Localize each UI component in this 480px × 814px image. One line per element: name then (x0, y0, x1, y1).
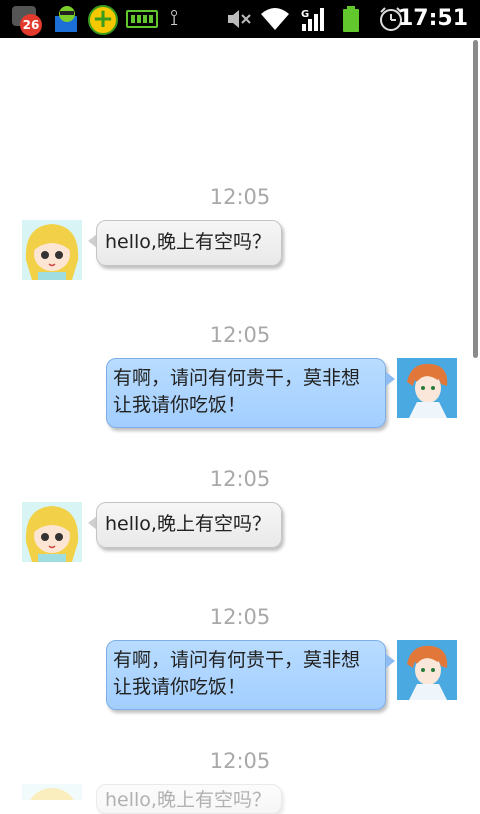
wifi-icon (261, 8, 289, 30)
incoming-message-bubble[interactable]: hello,晚上有空吗？ (96, 220, 282, 266)
message-text-line: 让我请你吃饭！ (113, 676, 247, 698)
usb-icon: ⟟ (170, 6, 179, 31)
plus-app-icon[interactable]: + (88, 5, 118, 35)
message-text-line: 有啊，请问有何贵干，莫非想 (113, 649, 361, 671)
girl-avatar[interactable] (22, 220, 82, 280)
battery-app-icon[interactable] (126, 10, 158, 28)
message-text-line: 让我请你吃饭！ (113, 394, 247, 416)
incoming-message-bubble[interactable]: hello,晚上有空吗？ (96, 784, 282, 814)
outgoing-message-bubble[interactable]: 有啊，请问有何贵干，莫非想 让我请你吃饭！ (106, 640, 386, 710)
message-timestamp: 12:05 (209, 323, 271, 347)
android-app-icon[interactable] (52, 4, 82, 34)
notification-count-badge: 26 (20, 14, 42, 36)
bubble-tail (386, 372, 395, 386)
message-timestamp: 12:05 (209, 749, 271, 773)
girl-avatar[interactable] (22, 784, 82, 800)
battery-icon (343, 6, 359, 32)
incoming-message-bubble[interactable]: hello,晚上有空吗？ (96, 502, 282, 548)
boy-avatar[interactable] (397, 358, 457, 418)
bubble-tail (386, 654, 395, 668)
mute-icon (228, 10, 251, 28)
boy-avatar[interactable] (397, 640, 457, 700)
message-text-line: 有啊，请问有何贵干，莫非想 (113, 367, 361, 389)
status-clock: 17:51 (397, 6, 468, 31)
message-timestamp: 12:05 (209, 467, 271, 491)
svg-text:G: G (301, 9, 309, 20)
girl-avatar[interactable] (22, 502, 82, 562)
signal-icon: G (301, 8, 324, 31)
outgoing-message-bubble[interactable]: 有啊，请问有何贵干，莫非想 让我请你吃饭！ (106, 358, 386, 428)
message-timestamp: 12:05 (209, 185, 271, 209)
message-timestamp: 12:05 (209, 605, 271, 629)
status-bar: 26 + ⟟ G 17:51 (0, 0, 480, 38)
